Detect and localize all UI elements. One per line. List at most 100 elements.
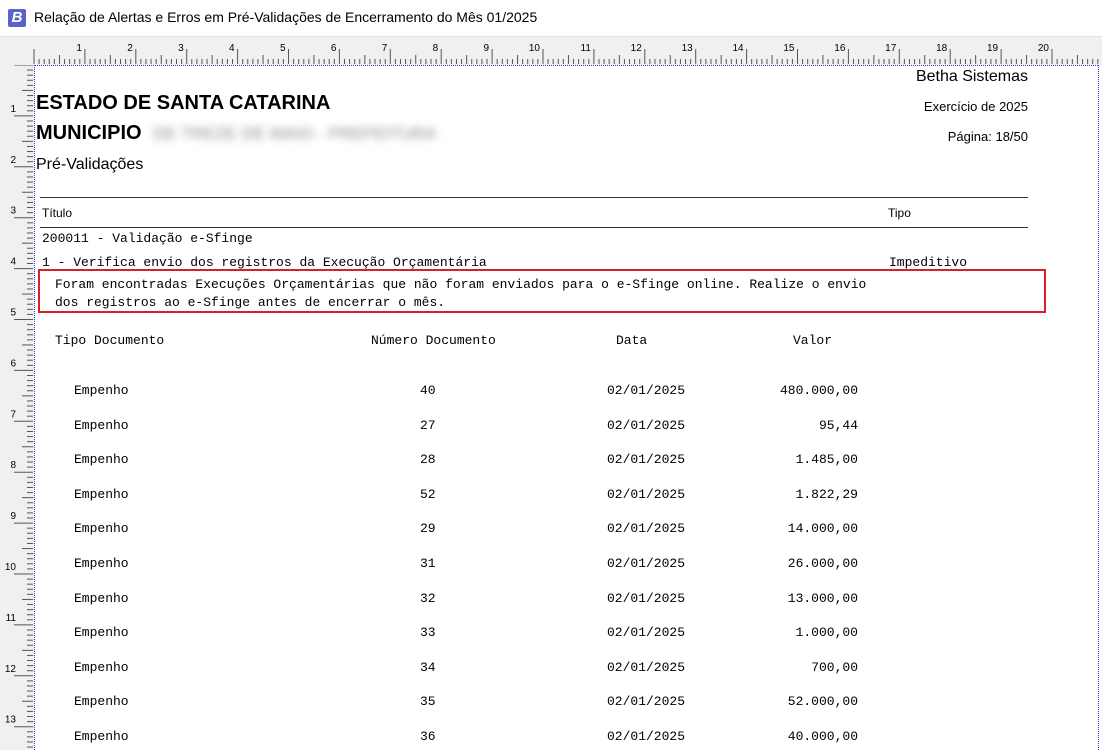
table-header-data: Data [616,333,648,348]
row-numero-documento: 34 [420,660,436,675]
row-numero-documento: 27 [420,418,436,433]
ruler-label: 8 [433,43,439,54]
page-margin-left [34,65,35,750]
row-numero-documento: 36 [420,729,436,744]
row-numero-documento: 33 [420,625,436,640]
row-numero-documento: 35 [420,694,436,709]
ruler-label: 13 [5,715,17,726]
message-line-1: Foram encontradas Execuções Orçamentária… [55,277,867,292]
row-numero-documento: 28 [420,452,436,467]
ruler-label: 8 [10,460,16,471]
table-header-numero: Número Documento [371,333,496,348]
ruler-label: 17 [885,43,897,54]
row-tipo-documento: Empenho [74,521,129,536]
ruler-label: 7 [382,43,388,54]
municipality-name-redacted: DE TREZE DE MAIO - PREFEITURA [153,124,437,143]
row-valor: 13.000,00 [787,591,858,606]
row-data: 02/01/2025 [607,591,686,606]
header-rule-top [40,197,1028,198]
ruler-label: 16 [834,43,846,54]
row-valor: 14.000,00 [787,521,858,536]
row-data: 02/01/2025 [607,521,686,536]
table-row: Empenho 29 02/01/2025 14.000,00 [34,521,1034,541]
table-row: Empenho 36 02/01/2025 40.000,00 [34,729,1034,749]
row-tipo-documento: Empenho [74,694,129,709]
ruler-label: 5 [280,43,286,54]
row-tipo-documento: Empenho [74,487,129,502]
table-row: Empenho 28 02/01/2025 1.485,00 [34,452,1034,472]
row-numero-documento: 29 [420,521,436,536]
table-row: Empenho 40 02/01/2025 480.000,00 [34,383,1034,403]
ruler-label: 2 [10,155,16,166]
row-tipo-documento: Empenho [74,452,129,467]
vertical-ruler[interactable]: 1 2 3 4 5 6 7 8 9 10 11 12 13 [0,65,35,750]
ruler-label: 11 [581,43,592,54]
row-numero-documento: 40 [420,383,436,398]
ruler-label: 6 [10,358,16,369]
section-title: Pré-Validações [36,156,144,173]
column-type-header: Tipo [888,206,911,220]
ruler-label: 4 [10,257,16,268]
table-row: Empenho 33 02/01/2025 1.000,00 [34,625,1034,645]
row-tipo-documento: Empenho [74,625,129,640]
row-data: 02/01/2025 [607,487,686,502]
row-data: 02/01/2025 [607,625,686,640]
row-data: 02/01/2025 [607,452,686,467]
ruler-label: 4 [229,43,235,54]
row-valor: 1.822,29 [795,487,858,502]
page-counter: Página: 18/50 [947,129,1028,144]
municipality-heading: MUNICIPIO DE TREZE DE MAIO - PREFEITURA [36,122,436,145]
window-titlebar[interactable]: B Relação de Alertas e Erros em Pré-Vali… [0,0,1102,37]
row-valor: 95,44 [818,418,858,433]
ruler-label: 12 [5,664,17,675]
validation-group: 200011 - Validação e-Sfinge [42,231,253,246]
row-numero-documento: 52 [420,487,436,502]
row-data: 02/01/2025 [607,694,686,709]
row-data: 02/01/2025 [607,556,686,571]
ruler-label: 7 [10,409,16,420]
table-row: Empenho 32 02/01/2025 13.000,00 [34,591,1034,611]
row-valor: 1.000,00 [795,625,858,640]
ruler-label: 10 [5,562,17,573]
vertical-ruler-ticks: 12345678910111213 [5,65,33,748]
message-line-2: dos registros ao e-Sfinge antes de encer… [55,295,446,310]
ruler-label: 9 [10,511,16,522]
ruler-label: 5 [10,308,16,319]
row-tipo-documento: Empenho [74,591,129,606]
row-numero-documento: 31 [420,556,436,571]
row-tipo-documento: Empenho [74,729,129,744]
validation-type: Impeditivo [889,255,968,270]
state-heading: ESTADO DE SANTA CATARINA [36,92,331,114]
ruler-label: 10 [529,43,541,54]
row-tipo-documento: Empenho [74,418,129,433]
row-valor: 1.485,00 [795,452,858,467]
ruler-label: 19 [987,43,999,54]
page-margin-right [1098,65,1099,750]
ruler-label: 3 [10,206,16,217]
municipality-label: MUNICIPIO [36,122,142,144]
row-tipo-documento: Empenho [74,660,129,675]
ruler-label: 14 [732,43,744,54]
row-valor: 40.000,00 [787,729,858,744]
row-tipo-documento: Empenho [74,383,129,398]
validation-item: 1 - Verifica envio dos registros da Exec… [42,255,487,270]
horizontal-ruler[interactable]: 1 2 3 4 5 6 7 8 9 10 11 12 13 14 15 16 17 18 19 20 [0,37,1102,66]
row-numero-documento: 32 [420,591,436,606]
column-title-header: Título [42,206,73,220]
row-valor: 700,00 [811,660,858,675]
ruler-label: 2 [127,43,133,54]
table-row: Empenho 34 02/01/2025 700,00 [34,660,1034,680]
ruler-label: 18 [936,43,948,54]
ruler-label: 11 [6,613,17,624]
report-page: Betha Sistemas Exercício de 2025 Página:… [34,65,1102,750]
company-name: Betha Sistemas [915,68,1028,85]
ruler-label: 9 [484,43,490,54]
table-row: Empenho 27 02/01/2025 95,44 [34,418,1034,438]
ruler-label: 6 [331,43,337,54]
window-title: Relação de Alertas e Erros em Pré-Valida… [34,9,538,25]
table-row: Empenho 52 02/01/2025 1.822,29 [34,487,1034,507]
table-row: Empenho 35 02/01/2025 52.000,00 [34,694,1034,714]
row-data: 02/01/2025 [607,383,686,398]
row-valor: 52.000,00 [787,694,858,709]
ruler-label: 13 [682,43,694,54]
